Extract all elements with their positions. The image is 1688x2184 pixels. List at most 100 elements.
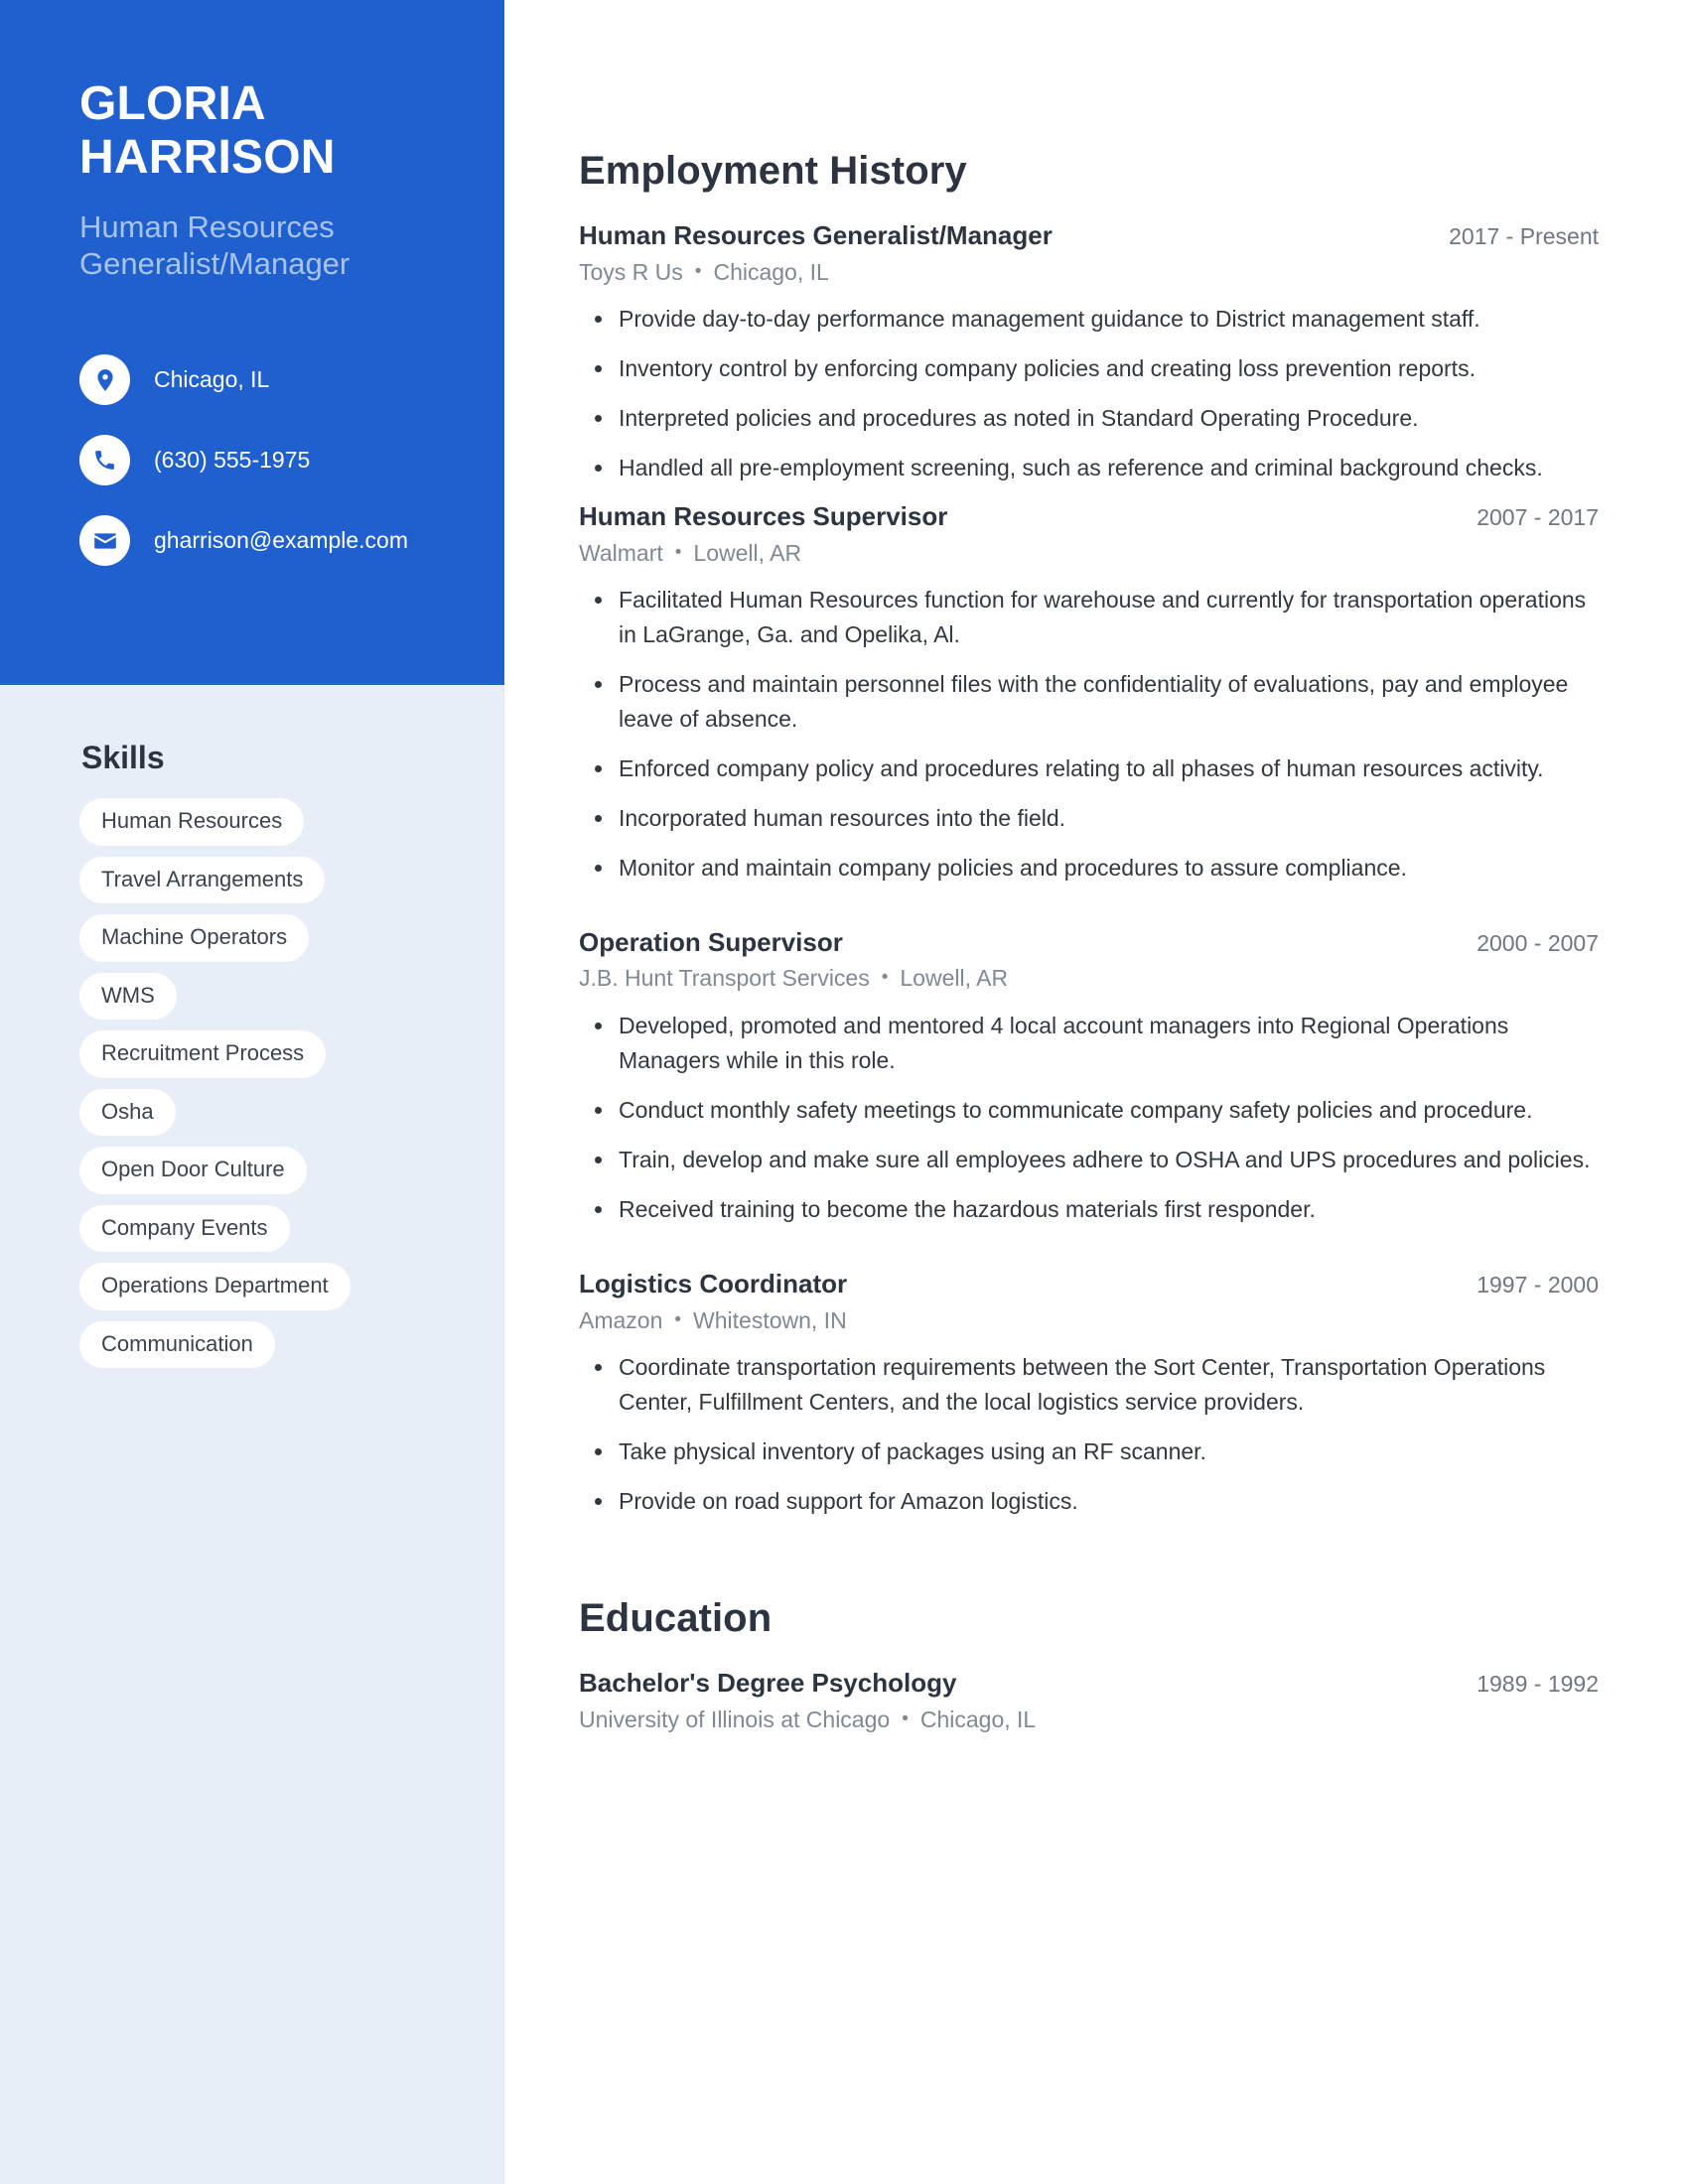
entry-dates: 2017 - Present xyxy=(1449,223,1599,249)
entry-title: Logistics Coordinator xyxy=(579,1269,848,1298)
skill-pill[interactable]: Company Events xyxy=(79,1204,290,1252)
job-title-subtitle: Human Resources Generalist/Manager xyxy=(79,208,351,282)
list-item: Inventory control by enforcing company p… xyxy=(579,351,1599,386)
entry-dates: 1997 - 2000 xyxy=(1477,1272,1599,1297)
skills-list: Human Resources Travel Arrangements Mach… xyxy=(79,798,464,1379)
entry-bullets: Coordinate transportation requirements b… xyxy=(579,1350,1599,1519)
entry-location: Whitestown, IN xyxy=(693,1306,847,1333)
first-name: GLORIA xyxy=(79,77,266,130)
employment-entry: Human Resources Supervisor 2007 - 2017 W… xyxy=(579,500,1599,886)
education-section: Education Bachelor's Degree Psychology 1… xyxy=(579,1596,1599,1733)
entry-location: Lowell, AR xyxy=(693,539,802,566)
employment-entry: Logistics Coordinator 1997 - 2000 Amazon… xyxy=(579,1268,1599,1519)
list-item: Communication xyxy=(79,1320,464,1380)
list-item: Interpreted policies and procedures as n… xyxy=(579,401,1599,436)
skill-pill[interactable]: Human Resources xyxy=(79,798,305,846)
skill-pill[interactable]: WMS xyxy=(79,972,177,1020)
skill-pill[interactable]: Osha xyxy=(79,1088,176,1136)
entry-company: Toys R Us xyxy=(579,258,683,285)
entry-location: Lowell, AR xyxy=(900,965,1009,992)
entry-title: Human Resources Generalist/Manager xyxy=(579,220,1053,250)
skills-section: Skills Human Resources Travel Arrangemen… xyxy=(0,685,503,1379)
sidebar-header: GLORIA HARRISON Human Resources Generali… xyxy=(0,0,504,685)
separator-dot-icon: • xyxy=(674,1308,682,1330)
entry-dates: 1989 - 1992 xyxy=(1477,1671,1599,1698)
contact-location-label: Chicago, IL xyxy=(154,365,270,392)
list-item: Machine Operators xyxy=(79,914,464,973)
skills-heading: Skills xyxy=(81,740,165,775)
phone-icon xyxy=(79,435,130,486)
entry-company: J.B. Hunt Transport Services xyxy=(579,965,870,992)
entry-company: Walmart xyxy=(579,539,663,566)
list-item: Coordinate transportation requirements b… xyxy=(579,1350,1599,1420)
page-title: GLORIA HARRISON xyxy=(79,77,443,185)
list-item: Enforced company policy and procedures r… xyxy=(579,751,1599,786)
entry-subtitle: Toys R Us • Chicago, IL xyxy=(579,258,1599,287)
separator-dot-icon: • xyxy=(902,1707,909,1729)
entry-company: Amazon xyxy=(579,1306,663,1333)
entry-header: Bachelor's Degree Psychology 1989 - 1992 xyxy=(579,1667,1599,1700)
list-item: Recruitment Process xyxy=(79,1030,464,1089)
main-content: Employment History Human Resources Gener… xyxy=(504,0,1688,2184)
contact-phone-label: (630) 555-1975 xyxy=(154,446,311,473)
entry-title: Operation Supervisor xyxy=(579,926,843,957)
employment-entry: Human Resources Generalist/Manager 2017 … xyxy=(579,219,1599,485)
entry-subtitle: Walmart • Lowell, AR xyxy=(579,539,1599,568)
skill-pill[interactable]: Operations Department xyxy=(79,1263,351,1310)
separator-dot-icon: • xyxy=(674,541,682,563)
entry-dates: 2000 - 2007 xyxy=(1477,929,1599,956)
contact-item-location: Chicago, IL xyxy=(79,354,443,406)
skill-pill[interactable]: Machine Operators xyxy=(79,914,310,962)
entry-header: Human Resources Generalist/Manager 2017 … xyxy=(579,219,1599,252)
list-item: WMS xyxy=(79,972,464,1031)
entry-title: Human Resources Supervisor xyxy=(579,501,948,532)
section-heading-education: Education xyxy=(579,1596,773,1641)
skill-pill[interactable]: Recruitment Process xyxy=(79,1030,327,1078)
list-item: Open Door Culture xyxy=(79,1147,464,1205)
separator-dot-icon: • xyxy=(881,967,889,989)
entry-title: Bachelor's Degree Psychology xyxy=(579,1668,957,1699)
list-item: Take physical inventory of packages usin… xyxy=(579,1434,1599,1469)
list-item: Travel Arrangements xyxy=(79,856,464,915)
list-item: Developed, promoted and mentored 4 local… xyxy=(579,1009,1599,1078)
entry-subtitle: J.B. Hunt Transport Services • Lowell, AR xyxy=(579,964,1599,993)
resume-page: GLORIA HARRISON Human Resources Generali… xyxy=(0,0,1688,2184)
entry-dates: 2007 - 2017 xyxy=(1477,504,1599,531)
list-item: Train, develop and make sure all employe… xyxy=(579,1143,1599,1177)
contact-item-phone: (630) 555-1975 xyxy=(79,435,443,486)
envelope-icon xyxy=(79,515,130,567)
entry-bullets: Provide day-to-day performance managemen… xyxy=(579,302,1599,485)
last-name: HARRISON xyxy=(79,130,336,184)
entry-location: Chicago, IL xyxy=(919,1706,1037,1732)
list-item: Facilitated Human Resources function for… xyxy=(579,583,1599,652)
location-pin-icon xyxy=(79,354,130,406)
entry-header: Operation Supervisor 2000 - 2007 xyxy=(579,926,1599,959)
education-entry: Bachelor's Degree Psychology 1989 - 1992… xyxy=(579,1667,1599,1733)
entry-subtitle: University of Illinois at Chicago • Chicag… xyxy=(579,1706,1599,1734)
list-item: Handled all pre-employment screening, su… xyxy=(579,451,1599,485)
employment-entry: Operation Supervisor 2000 - 2007 J.B. Hu… xyxy=(579,926,1599,1227)
contact-item-email: gharrison@example.com xyxy=(79,515,443,567)
list-item: Human Resources xyxy=(79,798,464,857)
entry-header: Human Resources Supervisor 2007 - 2017 xyxy=(579,500,1599,533)
contact-email-label: gharrison@example.com xyxy=(154,526,409,553)
list-item: Incorporated human resources into the fi… xyxy=(579,801,1599,836)
entry-location: Chicago, IL xyxy=(713,258,829,285)
section-heading-employment: Employment History xyxy=(579,149,967,193)
skill-pill[interactable]: Communication xyxy=(79,1320,275,1368)
list-item: Osha xyxy=(79,1088,464,1148)
list-item: Process and maintain personnel files wit… xyxy=(579,667,1599,737)
list-item: Provide day-to-day performance managemen… xyxy=(579,302,1599,337)
list-item: Conduct monthly safety meetings to commu… xyxy=(579,1093,1599,1128)
skill-pill[interactable]: Open Door Culture xyxy=(79,1147,307,1194)
entry-bullets: Developed, promoted and mentored 4 local… xyxy=(579,1009,1599,1227)
entry-bullets: Facilitated Human Resources function for… xyxy=(579,583,1599,886)
list-item: Received training to become the hazardou… xyxy=(579,1192,1599,1227)
separator-dot-icon: • xyxy=(694,260,702,282)
contact-list: Chicago, IL (630) 555-1975 gharrison@exa… xyxy=(79,354,443,567)
entry-header: Logistics Coordinator 1997 - 2000 xyxy=(579,1268,1599,1300)
list-item: Monitor and maintain company policies an… xyxy=(579,851,1599,886)
skill-pill[interactable]: Travel Arrangements xyxy=(79,856,326,903)
entry-school: University of Illinois at Chicago xyxy=(579,1706,891,1732)
